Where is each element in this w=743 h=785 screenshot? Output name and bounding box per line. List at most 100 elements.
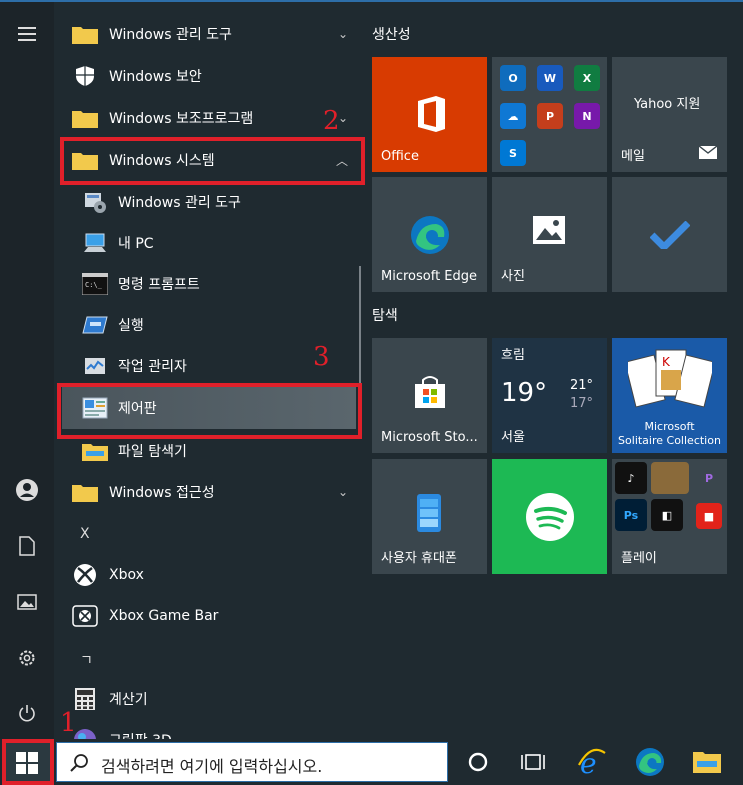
- task-view-icon[interactable]: [521, 750, 545, 778]
- tile-mail[interactable]: Yahoo 지원 메일: [612, 57, 727, 172]
- tile-label: Microsoft Edge: [381, 269, 478, 284]
- app-label: 작업 관리자: [118, 359, 187, 375]
- annotation-number-1: 1: [60, 708, 77, 738]
- tile-label: 사진: [501, 269, 525, 284]
- start-left-rail: [0, 2, 54, 739]
- app-run[interactable]: 실행: [54, 305, 360, 345]
- group-title-explore[interactable]: 탐색: [372, 305, 398, 325]
- group-title-productivity[interactable]: 생산성: [372, 24, 411, 44]
- internet-explorer-icon[interactable]: e: [577, 747, 607, 781]
- annotation-number-3: 3: [313, 342, 330, 372]
- photoshop-icon: Ps: [615, 499, 647, 531]
- roblox-icon: ■: [696, 503, 722, 529]
- onedrive-icon: ☁: [500, 103, 526, 129]
- task-manager-icon: [82, 353, 108, 379]
- power-icon[interactable]: [13, 699, 41, 727]
- folder-icon: [72, 105, 98, 131]
- folder-windows-accessories[interactable]: Windows 보조프로그램 ⌄: [54, 98, 360, 138]
- app-label: Xbox: [109, 567, 144, 583]
- app-windows-admin-tools[interactable]: Windows 관리 도구: [54, 182, 360, 222]
- app-label: 내 PC: [118, 236, 154, 252]
- hamburger-menu-icon[interactable]: [13, 20, 41, 48]
- app-label: Windows 보안: [109, 69, 202, 85]
- app-label: Windows 보조프로그램: [109, 111, 254, 127]
- phone-icon: [416, 493, 442, 537]
- app-xbox-game-bar[interactable]: Xbox Game Bar: [54, 596, 360, 636]
- dolby-icon: ◧: [651, 499, 683, 531]
- tile-weather[interactable]: 흐림 19° 21° 17° 서울: [492, 338, 607, 453]
- tile-photos[interactable]: 사진: [492, 177, 607, 292]
- solitaire-title-line2: Solitaire Collection: [618, 434, 721, 447]
- app-windows-security[interactable]: Windows 보안: [54, 56, 360, 96]
- settings-gear-icon[interactable]: [13, 644, 41, 672]
- user-account-icon[interactable]: [13, 476, 41, 504]
- picsart-icon: P: [704, 471, 714, 485]
- tile-todo[interactable]: [612, 177, 727, 292]
- tile-play-folder[interactable]: ♪ P Ps ◧ ■ 플레이: [612, 459, 727, 574]
- tile-label: 플레이: [621, 551, 657, 566]
- annotation-number-2: 2: [323, 106, 340, 136]
- tile-your-phone[interactable]: 사용자 휴대폰: [372, 459, 487, 574]
- section-letter-giyeok[interactable]: ㄱ: [80, 650, 93, 670]
- edge-icon: [410, 215, 450, 259]
- tile-label: 사용자 휴대폰: [381, 551, 457, 566]
- tile-office-apps[interactable]: O W X ☁ P N S: [492, 57, 607, 172]
- store-bag-icon: [412, 374, 448, 414]
- svg-text:C:\_: C:\_: [85, 281, 103, 289]
- app-calculator[interactable]: 계산기: [54, 679, 360, 719]
- tile-label: 메일: [621, 149, 645, 164]
- app-paint-3d[interactable]: 그림판 3D: [54, 720, 360, 739]
- admin-tools-icon: [82, 189, 108, 215]
- word-icon: W: [537, 65, 563, 91]
- folder-icon: [72, 21, 98, 47]
- highlight-box-control-panel: [57, 383, 362, 439]
- tile-microsoft-edge[interactable]: Microsoft Edge: [372, 177, 487, 292]
- tile-solitaire[interactable]: K Microsoft Solitaire Collection: [612, 338, 727, 453]
- svg-text:K: K: [662, 355, 671, 369]
- app-label: Windows 접근성: [109, 485, 215, 501]
- tiktok-icon: ♪: [615, 462, 647, 494]
- onenote-icon: N: [574, 103, 600, 129]
- edge-taskbar-icon[interactable]: [635, 747, 665, 781]
- cortana-icon[interactable]: [467, 751, 489, 777]
- mail-envelope-icon: [698, 144, 718, 163]
- file-explorer-icon: [82, 438, 108, 464]
- weather-temperature: 19°: [501, 378, 548, 408]
- pictures-icon[interactable]: [13, 588, 41, 616]
- app-label: 파일 탐색기: [118, 444, 187, 460]
- app-label: Windows 관리 도구: [118, 195, 241, 211]
- chevron-down-icon: ⌄: [337, 27, 348, 41]
- mail-preview-title: Yahoo 지원: [634, 97, 701, 112]
- weather-high: 21°: [570, 378, 594, 393]
- skype-icon: S: [500, 140, 526, 166]
- app-this-pc[interactable]: 내 PC: [54, 223, 360, 263]
- app-label: 그림판 3D: [109, 730, 172, 739]
- highlight-box-windows-system: [60, 137, 365, 185]
- tile-spotify[interactable]: [492, 459, 607, 574]
- weather-low: 17°: [570, 396, 594, 411]
- powerpoint-icon: P: [537, 103, 563, 129]
- xbox-icon: [72, 562, 98, 588]
- tile-microsoft-store[interactable]: Microsoft Sto...: [372, 338, 487, 453]
- documents-icon[interactable]: [13, 532, 41, 560]
- app-label: Windows 관리 도구: [109, 27, 232, 43]
- folder-windows-accessibility[interactable]: Windows 접근성 ⌄: [54, 472, 360, 512]
- taskbar-search-box[interactable]: 검색하려면 여기에 입력하십시오.: [56, 742, 448, 782]
- app-command-prompt[interactable]: C:\_ 명령 프롬프트: [54, 264, 360, 304]
- office-logo-icon: [414, 95, 448, 137]
- file-explorer-taskbar-icon[interactable]: [693, 749, 721, 777]
- run-icon: [82, 312, 108, 338]
- app-label: 실행: [118, 318, 144, 334]
- svg-text:e: e: [580, 747, 597, 777]
- spotify-icon: [525, 492, 575, 546]
- app-xbox[interactable]: Xbox: [54, 555, 360, 595]
- tile-label: Office: [381, 149, 419, 164]
- search-icon: [69, 753, 89, 777]
- tile-office[interactable]: Office: [372, 57, 487, 172]
- shield-icon: [72, 63, 98, 89]
- folder-windows-admin-tools[interactable]: Windows 관리 도구 ⌄: [54, 14, 360, 54]
- app-label: Xbox Game Bar: [109, 608, 219, 624]
- outlook-icon: O: [500, 65, 526, 91]
- section-letter-x[interactable]: X: [80, 526, 90, 542]
- solitaire-title-line1: Microsoft: [644, 420, 695, 433]
